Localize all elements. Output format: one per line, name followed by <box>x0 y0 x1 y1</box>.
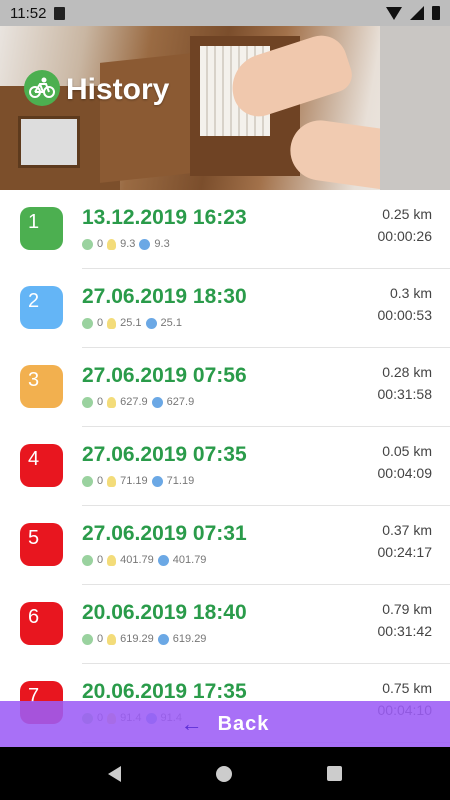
trip-stats: 0 25.1 25.1 <box>82 317 182 329</box>
signal-icon <box>410 6 424 20</box>
bulb-value: 9.3 <box>120 238 136 250</box>
nav-home-icon[interactable] <box>215 765 232 782</box>
bulb-icon <box>107 238 117 250</box>
back-button[interactable]: ← Back <box>0 701 450 747</box>
trip-stats: 0 9.3 9.3 <box>82 238 170 250</box>
status-bar: 11:52 <box>0 0 450 26</box>
status-time: 11:52 <box>10 4 47 22</box>
cloud-value: 0 <box>97 396 104 408</box>
history-row[interactable]: 3 27.06.2019 07:56 0 627.9 627.9 0.28 km… <box>0 348 450 427</box>
header-banner: History <box>0 26 450 190</box>
trip-date: 20.06.2019 18:40 <box>82 601 247 624</box>
trip-distance: 0.75 km <box>382 680 432 696</box>
bulb-value: 25.1 <box>120 317 142 329</box>
history-row[interactable]: 1 13.12.2019 16:23 0 9.3 9.3 0.25 km 00:… <box>0 190 450 269</box>
android-nav-bar <box>0 747 450 800</box>
globe-icon <box>157 554 169 566</box>
history-row[interactable]: 5 27.06.2019 07:31 0 401.79 401.79 0.37 … <box>0 506 450 585</box>
trip-stats: 0 71.19 71.19 <box>82 475 194 487</box>
globe-icon <box>151 396 163 408</box>
globe-value: 627.9 <box>166 396 195 408</box>
cloud-value: 0 <box>97 317 104 329</box>
cloud-value: 0 <box>97 475 104 487</box>
trip-date: 13.12.2019 16:23 <box>82 206 247 229</box>
cloud-icon <box>82 396 93 408</box>
history-list[interactable]: 1 13.12.2019 16:23 0 9.3 9.3 0.25 km 00:… <box>0 190 450 743</box>
cloud-icon <box>82 317 93 329</box>
globe-value: 619.29 <box>172 633 207 645</box>
bulb-icon <box>107 554 117 566</box>
globe-icon <box>145 317 157 329</box>
trip-index-badge: 1 <box>20 207 63 250</box>
cloud-icon <box>82 238 93 250</box>
trip-index-badge: 5 <box>20 523 63 566</box>
trip-distance: 0.25 km <box>382 206 432 222</box>
trip-stats: 0 619.29 619.29 <box>82 633 206 645</box>
nav-recents-icon[interactable] <box>327 766 343 781</box>
trip-date: 27.06.2019 07:56 <box>82 364 247 387</box>
trip-distance: 0.05 km <box>382 443 432 459</box>
status-icons <box>386 6 440 20</box>
trip-duration: 00:04:09 <box>377 465 433 481</box>
cloud-value: 0 <box>97 633 104 645</box>
bulb-value: 401.79 <box>120 554 154 566</box>
bulb-icon <box>107 475 117 487</box>
globe-value: 25.1 <box>160 317 182 329</box>
globe-value: 401.79 <box>172 554 207 566</box>
trip-duration: 00:00:26 <box>377 228 433 244</box>
nav-back-icon[interactable] <box>107 765 121 782</box>
trip-duration: 00:31:58 <box>377 386 433 402</box>
trip-distance: 0.3 km <box>389 285 432 301</box>
globe-value: 71.19 <box>166 475 195 487</box>
trip-index-badge: 3 <box>20 365 63 408</box>
globe-icon <box>139 238 151 250</box>
wifi-icon <box>386 6 402 20</box>
history-row[interactable]: 2 27.06.2019 18:30 0 25.1 25.1 0.3 km 00… <box>0 269 450 348</box>
trip-distance: 0.79 km <box>382 601 432 617</box>
cloud-icon <box>82 633 93 645</box>
cloud-value: 0 <box>97 238 104 250</box>
trip-duration: 00:31:42 <box>377 623 433 639</box>
globe-value: 9.3 <box>154 238 170 250</box>
trip-distance: 0.37 km <box>382 522 432 538</box>
bulb-value: 619.29 <box>120 633 154 645</box>
trip-stats: 0 627.9 627.9 <box>82 396 194 408</box>
bulb-icon <box>107 633 117 645</box>
trip-distance: 0.28 km <box>382 364 432 380</box>
bulb-icon <box>107 317 117 329</box>
bulb-icon <box>107 396 117 408</box>
trip-index-badge: 6 <box>20 602 63 645</box>
trip-date: 27.06.2019 07:35 <box>82 443 247 466</box>
bicycle-icon <box>24 70 60 106</box>
cloud-value: 0 <box>97 554 104 566</box>
trip-stats: 0 401.79 401.79 <box>82 554 206 566</box>
history-row[interactable]: 4 27.06.2019 07:35 0 71.19 71.19 0.05 km… <box>0 427 450 506</box>
battery-icon <box>432 6 440 20</box>
trip-index-badge: 2 <box>20 286 63 329</box>
cloud-icon <box>82 475 93 487</box>
history-row[interactable]: 6 20.06.2019 18:40 0 619.29 619.29 0.79 … <box>0 585 450 664</box>
trip-date: 27.06.2019 18:30 <box>82 285 247 308</box>
bulb-value: 71.19 <box>120 475 148 487</box>
trip-index-badge: 4 <box>20 444 63 487</box>
globe-icon <box>157 633 169 645</box>
page-title: History <box>66 73 170 106</box>
cloud-icon <box>82 554 93 566</box>
bulb-value: 627.9 <box>120 396 148 408</box>
trip-duration: 00:24:17 <box>377 544 433 560</box>
back-button-label: Back <box>217 712 270 735</box>
sd-card-icon <box>54 6 66 20</box>
arrow-left-icon: ← <box>180 711 204 736</box>
globe-icon <box>151 475 163 487</box>
trip-date: 27.06.2019 07:31 <box>82 522 247 545</box>
trip-duration: 00:00:53 <box>377 307 433 323</box>
